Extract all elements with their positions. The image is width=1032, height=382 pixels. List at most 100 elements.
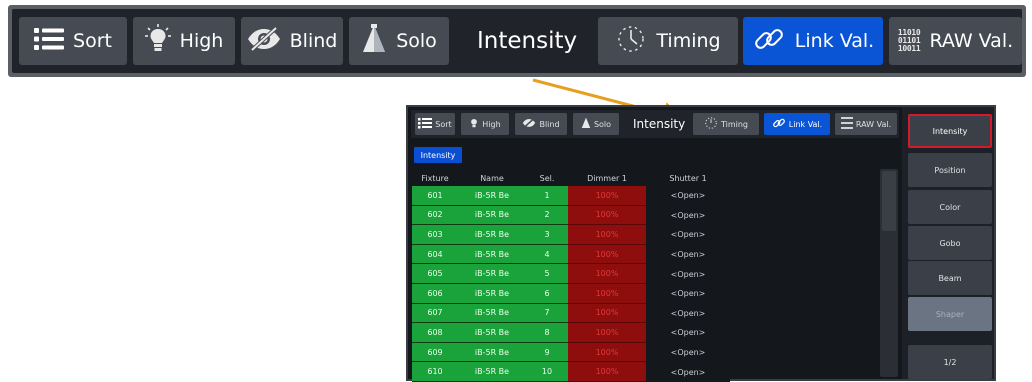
fixture-cell[interactable]: 602 (412, 205, 458, 226)
blind-button[interactable]: Blind (241, 17, 343, 65)
table-row[interactable]: 604 iB-5R Be 4 100% <Open> (412, 244, 882, 265)
shutter-cell[interactable]: <Open> (646, 264, 730, 284)
dimmer-cell[interactable]: 100% (568, 283, 646, 304)
feature-group-position-button[interactable]: Position (908, 153, 992, 187)
column-header-sel[interactable]: Sel. (526, 171, 568, 185)
solo-button-small[interactable]: Solo (573, 113, 619, 135)
high-button[interactable]: High (133, 17, 235, 65)
selection-cell[interactable]: 10 (526, 362, 568, 382)
selection-cell[interactable]: 1 (526, 186, 568, 206)
shutter-cell[interactable]: <Open> (646, 283, 730, 304)
shutter-cell[interactable]: <Open> (646, 323, 730, 343)
name-cell[interactable]: iB-5R Be (458, 303, 526, 324)
selection-cell[interactable]: 4 (526, 244, 568, 265)
shutter-cell[interactable]: <Open> (646, 225, 730, 245)
raw-value-button[interactable]: 11010 01101 10011 RAW Val. (889, 17, 1022, 65)
table-row[interactable]: 601 iB-5R Be 1 100% <Open> (412, 186, 882, 206)
name-cell[interactable]: iB-5R Be (458, 323, 526, 343)
selection-cell[interactable]: 6 (526, 283, 568, 304)
shutter-cell[interactable]: <Open> (646, 244, 730, 265)
table-row[interactable]: 605 iB-5R Be 5 100% <Open> (412, 264, 882, 284)
fixture-cell[interactable]: 609 (412, 342, 458, 363)
table-row[interactable]: 607 iB-5R Be 7 100% <Open> (412, 303, 882, 324)
eye-slash-icon (247, 26, 281, 57)
column-header-name[interactable]: Name (458, 171, 526, 185)
fixture-cell[interactable]: 608 (412, 323, 458, 343)
timing-clock-icon (615, 23, 647, 60)
name-cell[interactable]: iB-5R Be (458, 205, 526, 226)
dimmer-cell[interactable]: 100% (568, 342, 646, 363)
vertical-scrollbar[interactable] (880, 169, 898, 377)
scrollbar-thumb[interactable] (882, 171, 896, 231)
table-row[interactable]: 610 iB-5R Be 10 100% <Open> (412, 362, 882, 382)
table-row[interactable]: 608 iB-5R Be 8 100% <Open> (412, 323, 882, 343)
feature-filter-tag[interactable]: Intensity (414, 147, 462, 163)
binary-icon (840, 117, 853, 131)
name-cell[interactable]: iB-5R Be (458, 186, 526, 206)
timing-button[interactable]: Timing (598, 17, 738, 65)
feature-group-shaper-button[interactable]: Shaper (908, 297, 992, 331)
name-cell[interactable]: iB-5R Be (458, 283, 526, 304)
feature-group-color-button[interactable]: Color (908, 190, 992, 224)
name-cell[interactable]: iB-5R Be (458, 225, 526, 245)
fixture-cell[interactable]: 605 (412, 264, 458, 284)
dimmer-cell[interactable]: 100% (568, 205, 646, 226)
timing-label: Timing (720, 119, 749, 129)
solo-label: Solo (396, 30, 437, 52)
dimmer-cell[interactable]: 100% (568, 303, 646, 324)
sort-button-small[interactable]: Sort (415, 113, 455, 135)
table-row[interactable]: 602 iB-5R Be 2 100% <Open> (412, 205, 882, 226)
selection-cell[interactable]: 7 (526, 303, 568, 324)
fixture-cell[interactable]: 606 (412, 283, 458, 304)
name-cell[interactable]: iB-5R Be (458, 342, 526, 363)
name-cell[interactable]: iB-5R Be (458, 264, 526, 284)
link-value-button-small[interactable]: Link Val. (764, 113, 830, 135)
dimmer-cell[interactable]: 100% (568, 225, 646, 245)
blind-label: Blind (289, 30, 338, 52)
feature-group-intensity-button[interactable]: Intensity (908, 114, 992, 148)
raw-value-label: RAW Val. (929, 30, 1014, 52)
fixture-cell[interactable]: 610 (412, 362, 458, 382)
fixture-cell[interactable]: 603 (412, 225, 458, 245)
fixture-cell[interactable]: 607 (412, 303, 458, 324)
name-cell[interactable]: iB-5R Be (458, 244, 526, 265)
shutter-cell[interactable]: <Open> (646, 303, 730, 324)
feature-group-gobo-button[interactable]: Gobo (908, 226, 992, 260)
selection-cell[interactable]: 3 (526, 225, 568, 245)
shutter-cell[interactable]: <Open> (646, 342, 730, 363)
column-header-shutter[interactable]: Shutter 1 (646, 171, 730, 185)
link-value-button[interactable]: Link Val. (743, 17, 883, 65)
table-row[interactable]: 606 iB-5R Be 6 100% <Open> (412, 283, 882, 304)
high-label: High (179, 30, 224, 52)
table-row[interactable]: 609 iB-5R Be 9 100% <Open> (412, 342, 882, 363)
sort-button[interactable]: Sort (19, 17, 127, 65)
selection-cell[interactable]: 2 (526, 205, 568, 226)
selection-cell[interactable]: 5 (526, 264, 568, 284)
fixture-cell[interactable]: 601 (412, 186, 458, 206)
column-header-fixture[interactable]: Fixture (412, 171, 458, 185)
solo-button[interactable]: Solo (349, 17, 449, 65)
dimmer-cell[interactable]: 100% (568, 244, 646, 265)
selection-cell[interactable]: 9 (526, 342, 568, 363)
column-header-dimmer[interactable]: Dimmer 1 (568, 171, 646, 185)
fixture-cell[interactable]: 604 (412, 244, 458, 265)
blind-button-small[interactable]: Blind (515, 113, 567, 135)
link-value-label: Link Val. (794, 30, 875, 52)
shutter-cell[interactable]: <Open> (646, 362, 730, 382)
name-cell[interactable]: iB-5R Be (458, 362, 526, 382)
dimmer-cell[interactable]: 100% (568, 323, 646, 343)
high-button-small[interactable]: High (461, 113, 509, 135)
shutter-cell[interactable]: <Open> (646, 205, 730, 226)
dimmer-cell[interactable]: 100% (568, 264, 646, 284)
raw-value-button-small[interactable]: RAW Val. (835, 113, 897, 135)
table-row[interactable]: 603 iB-5R Be 3 100% <Open> (412, 225, 882, 245)
feature-group-beam-button[interactable]: Beam (908, 261, 992, 295)
binary-line: 10011 (897, 44, 921, 53)
timing-button-small[interactable]: Timing (693, 113, 759, 135)
selection-cell[interactable]: 8 (526, 323, 568, 343)
dimmer-cell[interactable]: 100% (568, 362, 646, 382)
shutter-cell[interactable]: <Open> (646, 186, 730, 206)
link-icon (752, 22, 786, 61)
feature-group-1-2-button[interactable]: 1/2 (908, 345, 992, 379)
dimmer-cell[interactable]: 100% (568, 186, 646, 206)
